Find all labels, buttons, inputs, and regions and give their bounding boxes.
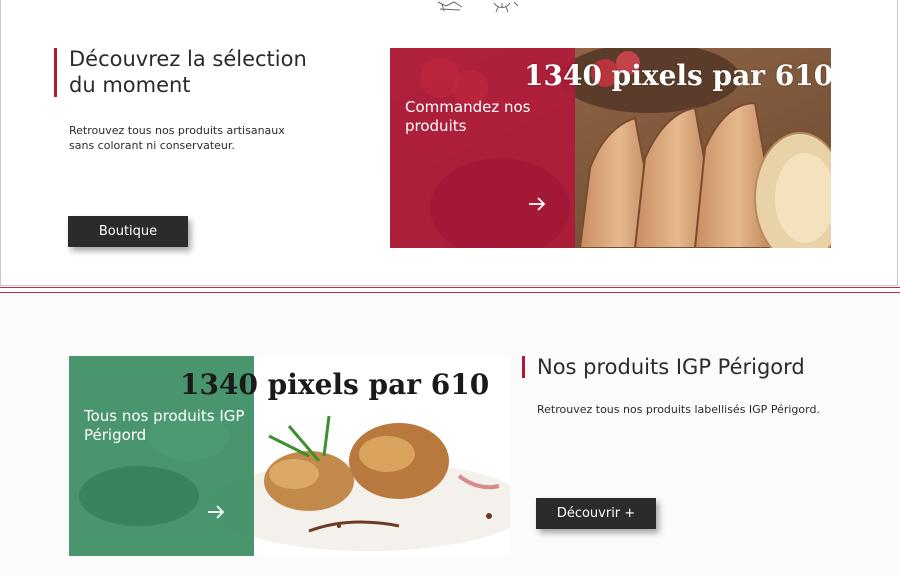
card-label: Tous nos produits IGP Périgord: [84, 407, 245, 444]
igp-heading: Nos produits IGP Périgord: [537, 355, 805, 379]
section-divider: [0, 287, 900, 288]
image-size-watermark: 1340 pixels par 610: [524, 59, 831, 92]
selection-heading: Découvrez la sélection du moment: [69, 47, 307, 97]
arrow-right-icon[interactable]: [528, 197, 546, 211]
igp-description: Retrouvez tous nos produits labellisés I…: [537, 403, 820, 416]
heading-accent-bar: [54, 48, 57, 97]
boutique-button[interactable]: Boutique: [68, 216, 188, 247]
logo-illustration: [437, 1, 519, 13]
igp-products-card[interactable]: 1340 pixels par 610 Tous nos produits IG…: [69, 356, 510, 556]
image-size-watermark: 1340 pixels par 610: [180, 368, 490, 401]
card-label: Commandez nos produits: [405, 98, 531, 135]
heading-accent-bar: [522, 356, 525, 378]
arrow-right-icon[interactable]: [207, 505, 225, 519]
selection-description: Retrouvez tous nos produits artisanaux s…: [69, 124, 285, 152]
order-products-card[interactable]: 1340 pixels par 610 Commandez nos produi…: [390, 48, 831, 248]
decouvrir-button[interactable]: Découvrir +: [536, 498, 656, 529]
